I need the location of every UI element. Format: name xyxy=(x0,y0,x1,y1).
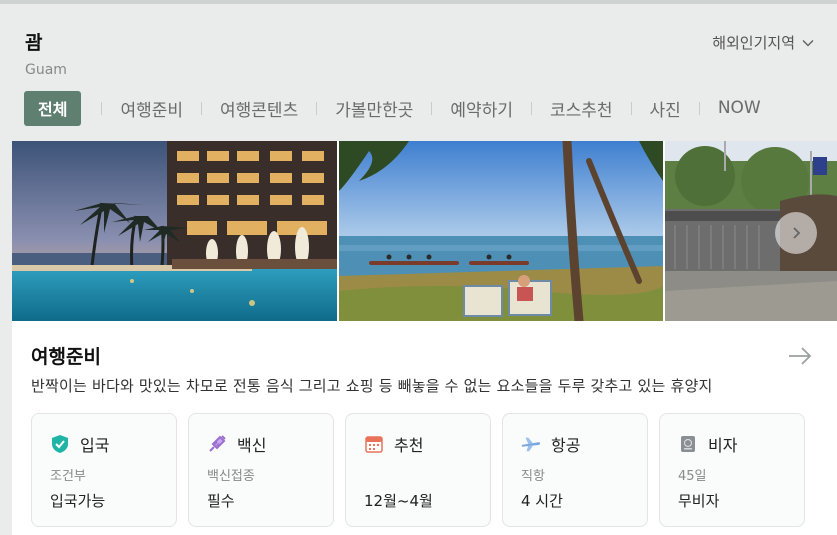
page-title: 괌 xyxy=(25,32,43,54)
photo-gallery xyxy=(12,141,837,321)
tab-separator xyxy=(101,101,103,115)
chevron-right-icon xyxy=(793,227,801,239)
tab-separator xyxy=(316,101,318,115)
travel-card: 여행준비 반짝이는 바다와 맛있는 차모로 전통 음식 그리고 쇼핑 등 빼놓을… xyxy=(12,141,837,535)
tab-booking[interactable]: 예약하기 xyxy=(450,96,513,121)
tab-bar: 전체 여행준비 여행콘텐츠 가볼만한곳 예약하기 코스추천 사진 NOW xyxy=(24,90,761,126)
info-card-value: 4 시간 xyxy=(521,492,563,510)
info-card-vaccine[interactable]: 백신 백신접종 필수 xyxy=(188,413,334,527)
passport-icon xyxy=(681,436,695,452)
gallery-photo-resort[interactable] xyxy=(12,141,337,321)
arrow-right-icon[interactable] xyxy=(788,346,812,366)
chevron-down-icon xyxy=(802,39,814,47)
info-card-value: 12월~4월 xyxy=(364,492,433,510)
info-card-visa[interactable]: 비자 45일 무비자 xyxy=(659,413,805,527)
info-card-sub: 직항 xyxy=(521,469,545,484)
info-card-sub: 45일 xyxy=(678,469,707,484)
tab-places[interactable]: 가볼만한곳 xyxy=(335,96,413,121)
info-card-label: 추천 xyxy=(394,436,424,455)
info-card-value: 필수 xyxy=(207,492,235,510)
info-card-label: 비자 xyxy=(708,436,738,455)
tab-separator xyxy=(530,101,532,115)
airplane-icon xyxy=(521,437,541,452)
tab-separator xyxy=(630,101,632,115)
tab-separator xyxy=(431,101,433,115)
tab-course[interactable]: 코스추천 xyxy=(550,96,613,121)
calendar-icon xyxy=(365,436,383,453)
tab-separator xyxy=(201,101,203,115)
shield-check-icon xyxy=(52,435,68,453)
section-title: 여행준비 xyxy=(31,346,101,368)
tab-photos[interactable]: 사진 xyxy=(650,96,681,121)
info-card-flight[interactable]: 항공 직항 4 시간 xyxy=(502,413,648,527)
syringe-icon xyxy=(209,435,226,452)
info-card-label: 백신 xyxy=(237,436,267,455)
info-card-recommend[interactable]: 추천 12월~4월 xyxy=(345,413,491,527)
info-card-sub: 조건부 xyxy=(50,469,86,484)
gallery-next-button[interactable] xyxy=(775,212,817,254)
tab-now[interactable]: NOW xyxy=(718,98,761,118)
info-card-label: 항공 xyxy=(551,436,581,455)
gallery-photo-beach[interactable] xyxy=(339,141,663,321)
region-label: 해외인기지역 xyxy=(712,34,795,52)
info-cards: 입국 조건부 입국가능 백신 백신접종 필수 추천 12월~4월 항공 직항 4… xyxy=(31,413,805,527)
info-card-sub: 백신접종 xyxy=(207,469,255,484)
section-description: 반짝이는 바다와 맛있는 차모로 전통 음식 그리고 쇼핑 등 빼놓을 수 없는… xyxy=(31,377,713,395)
tab-separator xyxy=(698,101,700,115)
page-subtitle: Guam xyxy=(25,62,67,78)
region-dropdown[interactable]: 해외인기지역 xyxy=(712,32,815,53)
tab-travel-prep[interactable]: 여행준비 xyxy=(120,96,183,121)
top-divider xyxy=(0,0,837,4)
info-card-value: 입국가능 xyxy=(50,492,106,510)
tab-all[interactable]: 전체 xyxy=(24,90,82,126)
info-card-value: 무비자 xyxy=(678,492,720,510)
info-card-label: 입국 xyxy=(80,436,110,455)
tab-travel-content[interactable]: 여행콘텐츠 xyxy=(220,96,298,121)
info-card-entry[interactable]: 입국 조건부 입국가능 xyxy=(31,413,177,527)
